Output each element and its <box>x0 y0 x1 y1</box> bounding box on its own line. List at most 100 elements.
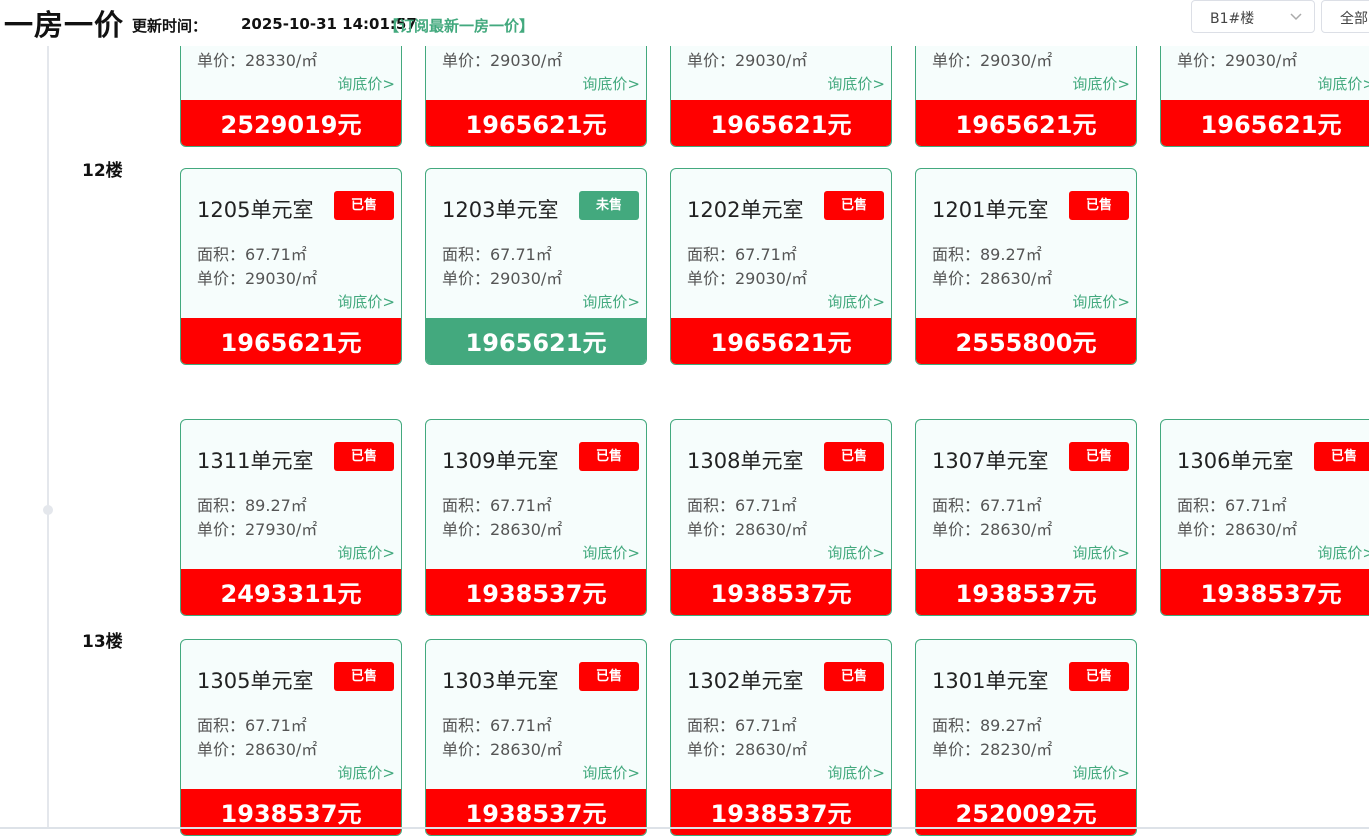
unit-area: 面积：67.71㎡ <box>442 496 552 515</box>
unit-card[interactable]: 1203单元室 未售 面积：67.71㎡ 单价：29030/㎡ 询底价> 1965621元 <box>425 168 647 365</box>
unit-card[interactable]: 1202单元室 已售 面积：67.71㎡ 单价：29030/㎡ 询底价> 1965621元 <box>670 168 892 365</box>
unit-price: 单价：28630/㎡ <box>442 740 563 759</box>
room-number: 1301单元室 <box>932 669 1049 693</box>
unit-price: 单价：29030/㎡ <box>687 51 808 70</box>
ask-price-link[interactable]: 询底价> <box>1317 542 1369 563</box>
ask-price-link[interactable]: 询底价> <box>827 762 885 783</box>
unit-price: 单价：29030/㎡ <box>442 269 563 288</box>
subscribe-link[interactable]: 【订阅最新一房一价】 <box>384 15 534 36</box>
unit-price: 单价：29030/㎡ <box>932 51 1053 70</box>
unit-card[interactable]: 1302单元室 已售 面积：67.71㎡ 单价：28630/㎡ 询底价> 1938537元 <box>670 639 892 836</box>
unit-price: 单价：29030/㎡ <box>1177 51 1298 70</box>
room-number: 1302单元室 <box>687 669 804 693</box>
ask-price-link[interactable]: 询底价> <box>1317 73 1369 94</box>
building-select-value: B1#楼 <box>1210 11 1255 27</box>
ask-price-link[interactable]: 询底价> <box>337 291 395 312</box>
unit-price: 单价：28630/㎡ <box>197 740 318 759</box>
unit-card[interactable]: 1201单元室 已售面积：89.27㎡ 单价：28630/㎡ 询底价> 2555800元 <box>915 168 1137 365</box>
unit-price: 单价：28630/㎡ <box>932 269 1053 288</box>
room-number: 1307单元室 <box>932 449 1049 473</box>
status-badge: 已售 <box>824 442 884 471</box>
unit-price: 单价：28630/㎡ <box>1177 520 1298 539</box>
unit-price: 单价：28630/㎡ <box>687 740 808 759</box>
ask-price-link[interactable]: 询底价> <box>337 762 395 783</box>
floor-label-12: 12楼 <box>82 161 123 181</box>
page-title: 一房一价 <box>4 8 125 42</box>
ask-price-link[interactable]: 询底价> <box>1072 73 1130 94</box>
unit-price: 单价：29030/㎡ <box>687 269 808 288</box>
status-badge: 已售 <box>824 662 884 691</box>
total-price: 1965621元 <box>916 100 1136 146</box>
building-select[interactable]: B1#楼 <box>1191 0 1315 33</box>
unit-area: 面积：67.71㎡ <box>687 496 797 515</box>
total-price: 1965621元 <box>671 100 891 146</box>
room-number: 1306单元室 <box>1177 449 1294 473</box>
ask-price-link[interactable]: 询底价> <box>337 73 395 94</box>
unit-card[interactable]: 1303单元室 已售 面积：67.71㎡ 单价：28630/㎡ 询底价> 1938537元 <box>425 639 647 836</box>
ask-price-link[interactable]: 询底价> <box>1072 542 1130 563</box>
unit-area: 面积：67.71㎡ <box>442 245 552 264</box>
total-price: 1938537元 <box>1161 569 1369 615</box>
unit-area: 面积：67.71㎡ <box>687 716 797 735</box>
ask-price-link[interactable]: 询底价> <box>827 73 885 94</box>
unit-area: 面积：67.71㎡ <box>442 716 552 735</box>
unit-area: 面积：67.71㎡ <box>687 245 797 264</box>
total-price: 2555800元 <box>916 318 1136 364</box>
ask-price-link[interactable]: 询底价> <box>827 542 885 563</box>
unit-price: 单价：28630/㎡ <box>932 520 1053 539</box>
unit-price: 单价：28630/㎡ <box>442 520 563 539</box>
all-button[interactable]: 全部 <box>1321 0 1369 33</box>
room-number: 1202单元室 <box>687 198 804 222</box>
unit-card[interactable]: 1301单元室 已售 面积：89.27㎡ 单价：28230/㎡ 询底价> 2520092元 <box>915 639 1137 836</box>
ask-price-link[interactable]: 询底价> <box>582 291 640 312</box>
ask-price-link[interactable]: 询底价> <box>582 542 640 563</box>
unit-area: 面积：67.71㎡ <box>197 716 307 735</box>
unit-price: 单价：27930/㎡ <box>197 520 318 539</box>
timeline-line <box>47 46 49 829</box>
room-number: 1205单元室 <box>197 198 314 222</box>
status-badge: 已售 <box>334 191 394 220</box>
status-badge: 已售 <box>579 662 639 691</box>
total-price: 1965621元 <box>426 100 646 146</box>
chevron-down-icon <box>1290 13 1302 21</box>
unit-card[interactable]: 1305单元室 已售 面积：67.71㎡ 单价：28630/㎡ 询底价> 1938537元 <box>180 639 402 836</box>
status-badge: 已售 <box>824 191 884 220</box>
ask-price-link[interactable]: 询底价> <box>582 762 640 783</box>
unit-price: 单价：28230/㎡ <box>932 740 1053 759</box>
unit-card[interactable]: 1309单元室 已售 面积：67.71㎡ 单价：28630/㎡ 询底价> 1938537元 <box>425 419 647 616</box>
total-price: 2529019元 <box>181 100 401 146</box>
unit-area: 面积：89.27㎡ <box>932 245 1042 264</box>
unit-area: 面积：67.71㎡ <box>197 245 307 264</box>
unit-card[interactable]: 1311单元室 已售 面积：89.27㎡ 单价：27930/㎡ 询底价> 2493311元 <box>180 419 402 616</box>
status-badge: 已售 <box>579 442 639 471</box>
ask-price-link[interactable]: 询底价> <box>1072 762 1130 783</box>
room-number: 1201单元室 <box>932 198 1049 222</box>
room-number: 1303单元室 <box>442 669 559 693</box>
total-price: 1965621元 <box>1161 100 1369 146</box>
unit-card[interactable]: 1205单元室 已售 面积：67.71㎡ 单价：29030/㎡ 询底价> 1965621元 <box>180 168 402 365</box>
update-time-label: 更新时间： <box>132 17 208 35</box>
ask-price-link[interactable]: 询底价> <box>337 542 395 563</box>
status-badge: 已售 <box>334 662 394 691</box>
unit-area: 面积：89.27㎡ <box>197 496 307 515</box>
unit-price: 单价：29030/㎡ <box>442 51 563 70</box>
status-badge: 已售 <box>1069 442 1129 471</box>
room-number: 1311单元室 <box>197 449 314 473</box>
status-badge: 未售 <box>579 191 639 220</box>
unit-price: 单价：29030/㎡ <box>197 269 318 288</box>
unit-card[interactable]: 1307单元室 已售面积：67.71㎡ 单价：28630/㎡ 询底价> 1938537元 <box>915 419 1137 616</box>
unit-price: 单价：28630/㎡ <box>687 520 808 539</box>
status-badge: 已售 <box>1069 191 1129 220</box>
unit-area: 面积：67.71㎡ <box>932 496 1042 515</box>
unit-card[interactable]: 1308单元室 已售 面积：67.71㎡ 单价：28630/㎡ 询底价> 1938537元 <box>670 419 892 616</box>
status-badge: 已售 <box>1069 662 1129 691</box>
room-number: 1305单元室 <box>197 669 314 693</box>
ask-price-link[interactable]: 询底价> <box>1072 291 1130 312</box>
ask-price-link[interactable]: 询底价> <box>827 291 885 312</box>
room-number: 1309单元室 <box>442 449 559 473</box>
total-price: 1938537元 <box>916 569 1136 615</box>
page-header: 一房一价 更新时间： 2025-10-31 14:01:57 【订阅最新一房一价… <box>0 0 1369 46</box>
ask-price-link[interactable]: 询底价> <box>582 73 640 94</box>
room-number: 1308单元室 <box>687 449 804 473</box>
unit-card[interactable]: 1306单元室已售面积：67.71㎡单价：28630/㎡询底价> 1938537元 <box>1160 419 1369 616</box>
